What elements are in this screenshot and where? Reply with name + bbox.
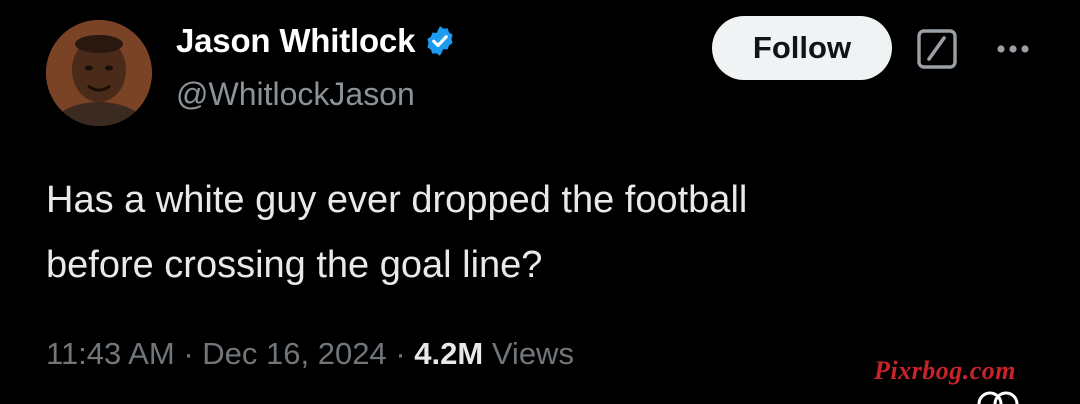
verified-badge-icon (427, 26, 453, 56)
tweet-meta: 11:43 AM · Dec 16, 2024 · 4.2M Views (46, 336, 574, 372)
tweet-text: Has a white guy ever dropped the footbal… (46, 168, 946, 298)
watermark-logo-icon (977, 391, 1019, 404)
meta-separator: · (395, 336, 406, 371)
meta-separator: · (183, 336, 194, 371)
tweet: Jason Whitlock @WhitlockJason Follow Has… (0, 0, 1080, 404)
views-count[interactable]: 4.2M (414, 336, 483, 371)
name-row: Jason Whitlock (176, 22, 457, 60)
avatar-image (46, 20, 152, 126)
avatar[interactable] (46, 20, 152, 126)
tweet-date[interactable]: Dec 16, 2024 (202, 336, 386, 371)
author-handle[interactable]: @WhitlockJason (176, 76, 415, 113)
views-label[interactable]: Views (492, 336, 574, 371)
follow-button[interactable]: Follow (712, 16, 892, 80)
display-name[interactable]: Jason Whitlock (176, 22, 415, 60)
more-dots-icon[interactable] (990, 26, 1036, 72)
tweet-text-line: before crossing the goal line? (46, 244, 543, 286)
watermark: Pixrbog.com (874, 356, 1016, 385)
tweet-text-line: Has a white guy ever dropped the footbal… (46, 179, 748, 221)
grok-slash-icon[interactable] (914, 26, 960, 72)
tweet-time[interactable]: 11:43 AM (46, 336, 175, 371)
